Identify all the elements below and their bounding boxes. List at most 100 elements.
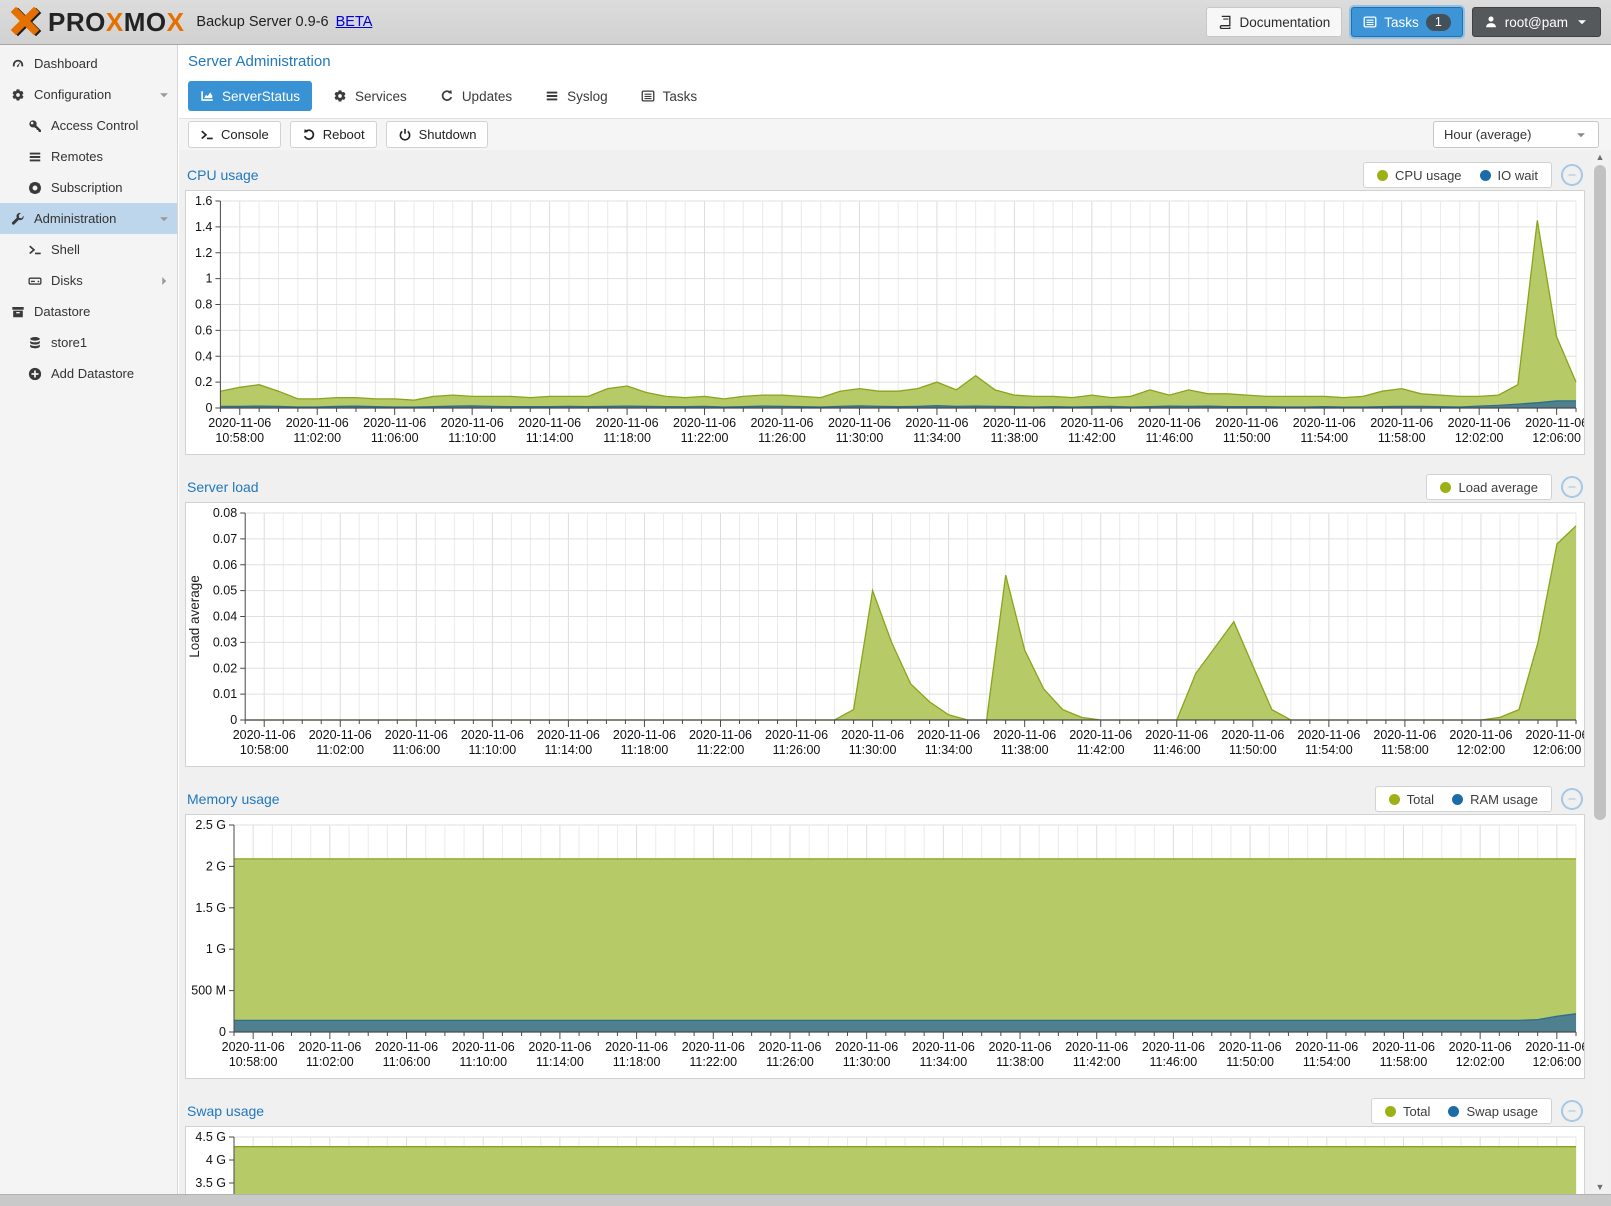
svg-text:11:54:00: 11:54:00: [1305, 743, 1353, 757]
svg-text:2020-11-06: 2020-11-06: [1069, 728, 1132, 742]
list-alt-icon: [1363, 15, 1377, 29]
svg-text:11:58:00: 11:58:00: [1381, 743, 1429, 757]
svg-text:2020-11-06: 2020-11-06: [613, 728, 676, 742]
svg-text:11:46:00: 11:46:00: [1145, 431, 1193, 445]
legend-item[interactable]: Total: [1385, 1104, 1430, 1119]
svg-text:2.5 G: 2.5 G: [195, 818, 226, 832]
tab-syslog[interactable]: Syslog: [533, 81, 620, 111]
bars-icon: [545, 89, 559, 103]
tab-serverstatus[interactable]: ServerStatus: [188, 81, 312, 111]
svg-text:2020-11-06: 2020-11-06: [233, 728, 296, 742]
legend-item[interactable]: CPU usage: [1377, 168, 1461, 183]
sidebar-item-store1[interactable]: store1: [0, 327, 177, 358]
svg-text:2020-11-06: 2020-11-06: [989, 1040, 1052, 1054]
beta-link[interactable]: BETA: [336, 14, 373, 30]
top-header: PROXMOX Backup Server 0.9-6 BETA Documen…: [0, 0, 1611, 45]
shutdown-label: Shutdown: [419, 127, 477, 142]
sidebar-item-label: Dashboard: [34, 56, 98, 71]
collapse-panel-icon[interactable]: [1561, 476, 1583, 498]
horizontal-scrollbar[interactable]: [0, 1194, 1611, 1206]
svg-text:2020-11-06: 2020-11-06: [363, 416, 426, 430]
svg-text:1 G: 1 G: [206, 942, 226, 956]
svg-text:0: 0: [205, 401, 212, 415]
svg-text:12:06:00: 12:06:00: [1532, 431, 1581, 445]
documentation-button[interactable]: Documentation: [1206, 7, 1342, 37]
svg-text:2020-11-06: 2020-11-06: [912, 1040, 975, 1054]
svg-text:2020-11-06: 2020-11-06: [1449, 1040, 1512, 1054]
legend-dot-icon: [1448, 1106, 1459, 1117]
svg-text:2020-11-06: 2020-11-06: [208, 416, 271, 430]
documentation-label: Documentation: [1239, 15, 1330, 30]
tasks-count-badge: 1: [1426, 14, 1451, 31]
tasks-button[interactable]: Tasks 1: [1351, 7, 1462, 37]
legend-item[interactable]: Swap usage: [1448, 1104, 1538, 1119]
svg-text:0.07: 0.07: [213, 532, 237, 546]
svg-text:11:54:00: 11:54:00: [1303, 1055, 1351, 1069]
svg-text:2020-11-06: 2020-11-06: [1372, 1040, 1435, 1054]
timeframe-select[interactable]: Hour (average): [1433, 121, 1599, 148]
svg-text:11:22:00: 11:22:00: [689, 1055, 737, 1069]
chevron-right-icon[interactable]: [157, 274, 171, 288]
sidebar-item-disks[interactable]: Disks: [0, 265, 177, 296]
collapse-panel-icon[interactable]: [1561, 164, 1583, 186]
legend-item[interactable]: Load average: [1440, 480, 1538, 495]
tab-updates[interactable]: Updates: [428, 81, 524, 111]
wrench-icon: [10, 212, 26, 226]
vertical-scrollbar-thumb[interactable]: [1594, 165, 1606, 820]
swap-usage-chart: 2020-11-0610:58:002020-11-0611:02:002020…: [186, 1127, 1584, 1194]
sidebar-item-configuration[interactable]: Configuration: [0, 79, 177, 110]
svg-text:3.5 G: 3.5 G: [195, 1176, 226, 1190]
legend-item[interactable]: RAM usage: [1452, 792, 1538, 807]
svg-text:2020-11-06: 2020-11-06: [1448, 416, 1511, 430]
cpu-chart-card: 2020-11-0610:58:002020-11-0611:02:002020…: [185, 190, 1585, 455]
scroll-up-arrow-icon[interactable]: ▲: [1592, 150, 1608, 164]
sidebar-item-subscription[interactable]: Subscription: [0, 172, 177, 203]
sidebar-item-access-control[interactable]: Access Control: [0, 110, 177, 141]
legend-item[interactable]: IO wait: [1480, 168, 1538, 183]
hdd-icon: [27, 274, 43, 288]
cpu-chart-title: CPU usage: [187, 167, 259, 183]
sidebar-item-label: Access Control: [51, 118, 138, 133]
collapse-panel-icon[interactable]: [1561, 1100, 1583, 1122]
sidebar-item-administration[interactable]: Administration: [0, 203, 177, 234]
legend-label: RAM usage: [1470, 792, 1538, 807]
svg-text:11:46:00: 11:46:00: [1153, 743, 1201, 757]
tab-label: Updates: [462, 89, 512, 104]
sidebar-item-add-datastore[interactable]: Add Datastore: [0, 358, 177, 389]
legend-item[interactable]: Total: [1389, 792, 1434, 807]
load-chart-title: Server load: [187, 479, 259, 495]
user-menu-button[interactable]: root@pam: [1472, 7, 1601, 37]
svg-text:11:10:00: 11:10:00: [448, 431, 496, 445]
svg-text:0.03: 0.03: [213, 635, 237, 649]
svg-text:11:42:00: 11:42:00: [1077, 743, 1125, 757]
shutdown-button[interactable]: Shutdown: [386, 121, 489, 148]
legend-label: Total: [1403, 1104, 1430, 1119]
load-chart-card: 2020-11-0610:58:002020-11-0611:02:002020…: [185, 502, 1585, 767]
svg-text:0.6: 0.6: [195, 323, 212, 337]
reboot-label: Reboot: [323, 127, 365, 142]
svg-text:11:22:00: 11:22:00: [697, 743, 745, 757]
memory-chart-title: Memory usage: [187, 791, 280, 807]
collapse-panel-icon[interactable]: [1561, 788, 1583, 810]
sidebar-item-dashboard[interactable]: Dashboard: [0, 48, 177, 79]
sidebar-item-shell[interactable]: Shell: [0, 234, 177, 265]
swap-chart-card: 2020-11-0610:58:002020-11-0611:02:002020…: [185, 1126, 1585, 1194]
swap-section-header: Swap usage TotalSwap usage: [185, 1096, 1585, 1126]
vertical-scrollbar[interactable]: ▲ ▼: [1592, 150, 1608, 1194]
key-icon: [27, 119, 43, 133]
svg-text:2020-11-06: 2020-11-06: [222, 1040, 285, 1054]
chevron-down-icon[interactable]: [157, 212, 171, 226]
load-section-header: Server load Load average: [185, 472, 1585, 502]
svg-text:2020-11-06: 2020-11-06: [286, 416, 349, 430]
tab-services[interactable]: Services: [321, 81, 419, 111]
scroll-down-arrow-icon[interactable]: ▼: [1592, 1180, 1608, 1194]
sidebar-item-remotes[interactable]: Remotes: [0, 141, 177, 172]
sidebar-item-datastore[interactable]: Datastore: [0, 296, 177, 327]
chevron-down-icon[interactable]: [157, 88, 171, 102]
lifering-icon: [27, 181, 43, 195]
tab-tasks[interactable]: Tasks: [629, 81, 710, 111]
console-button[interactable]: Console: [188, 121, 281, 148]
reboot-button[interactable]: Reboot: [290, 121, 377, 148]
cpu-section-header: CPU usage CPU usage IO wait: [185, 160, 1585, 190]
sidebar-item-label: Disks: [51, 273, 83, 288]
